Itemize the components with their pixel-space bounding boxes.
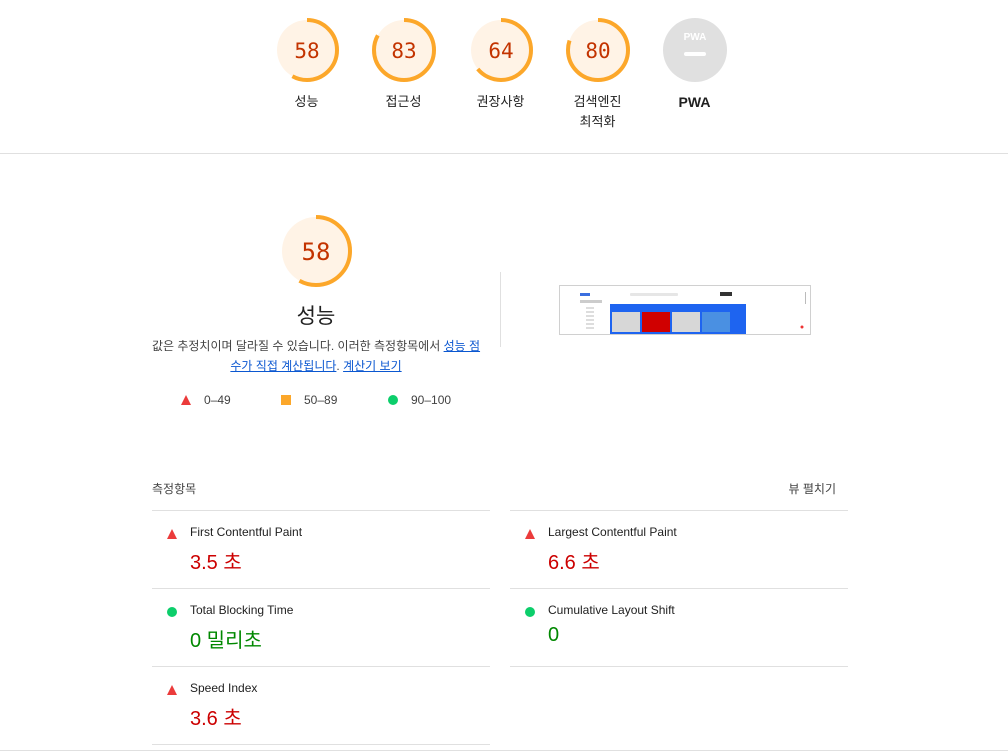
gauge-performance[interactable]: 58 성능 xyxy=(258,18,355,112)
final-screenshot-thumbnail[interactable] xyxy=(559,285,811,335)
metrics-header: 측정항목 뷰 펼치기 xyxy=(152,480,836,497)
pass-circle-icon xyxy=(167,607,177,617)
section-divider xyxy=(0,750,1008,751)
metric-largest-contentful-paint: Largest Contentful Paint 6.6 초 xyxy=(510,510,848,588)
calculator-link[interactable]: 계산기 보기 xyxy=(343,359,402,373)
metric-value: 3.5 초 xyxy=(190,552,242,574)
expand-view-toggle[interactable]: 뷰 펼치기 xyxy=(789,480,837,497)
metric-value: 3.6 초 xyxy=(190,708,242,730)
fail-triangle-icon xyxy=(167,529,177,539)
pass-circle-icon xyxy=(525,607,535,617)
legend-pass: 90–100 xyxy=(387,393,451,407)
gauge-label: 검색엔진 최적화 xyxy=(549,92,646,132)
gauge-label-line1: 검색엔진 xyxy=(573,94,622,109)
gauge-ring-seo: 80 xyxy=(565,18,630,82)
gauge-accessibility[interactable]: 83 접근성 xyxy=(355,18,452,112)
fail-triangle-icon xyxy=(525,529,535,539)
gauge-label: 접근성 xyxy=(385,94,422,109)
metrics-title: 측정항목 xyxy=(152,482,197,496)
triangle-icon xyxy=(181,395,191,405)
metric-speed-index: Speed Index 3.6 초 xyxy=(152,666,490,745)
legend-average: 50–89 xyxy=(280,393,337,407)
metric-name: Total Blocking Time xyxy=(190,603,294,617)
category-gauges-bar: 58 성능 83 접근성 64 권장사항 80 검색엔진 최적화 PWA PWA xyxy=(0,0,1008,154)
gauge-best-practices[interactable]: 64 권장사항 xyxy=(452,18,549,112)
pwa-badge-icon: PWA xyxy=(662,18,727,82)
legend-fail: 0–49 xyxy=(180,393,231,407)
gauge-label: PWA xyxy=(678,94,711,110)
square-icon xyxy=(281,395,291,405)
metric-value: 0 xyxy=(548,624,560,646)
legend-range: 50–89 xyxy=(304,393,338,407)
metric-first-contentful-paint: First Contentful Paint 3.5 초 xyxy=(152,510,490,588)
legend-range: 0–49 xyxy=(204,393,231,407)
metric-name: First Contentful Paint xyxy=(190,525,303,539)
gauge-label: 권장사항 xyxy=(476,94,525,109)
fail-triangle-icon xyxy=(167,685,177,695)
gauge-label: 성능 xyxy=(294,94,319,109)
metric-name: Speed Index xyxy=(190,681,258,695)
gauge-pwa[interactable]: PWA PWA xyxy=(646,18,743,112)
legend-range: 90–100 xyxy=(411,393,452,407)
circle-icon xyxy=(388,395,398,405)
gauge-score: 64 xyxy=(488,39,513,63)
gauge-score: 58 xyxy=(294,39,319,63)
vertical-divider xyxy=(500,272,501,347)
description-text: 값은 추정치이며 달라질 수 있습니다. 이러한 측정항목에서 xyxy=(151,339,444,353)
gauge-seo[interactable]: 80 검색엔진 최적화 xyxy=(549,18,646,132)
gauge-label-line2: 최적화 xyxy=(579,114,616,129)
gauge-ring-best-practices: 64 xyxy=(468,18,533,82)
metric-value: 0 밀리초 xyxy=(190,630,262,652)
metric-name: Largest Contentful Paint xyxy=(548,525,677,539)
performance-title: 성능 xyxy=(296,305,336,328)
page-preview-image xyxy=(560,286,810,334)
gauge-score: 83 xyxy=(391,39,416,63)
metric-cumulative-layout-shift: Cumulative Layout Shift 0 xyxy=(510,588,848,667)
performance-score: 58 xyxy=(302,238,331,266)
gauge-ring-accessibility: 83 xyxy=(371,18,436,82)
metric-total-blocking-time: Total Blocking Time 0 밀리초 xyxy=(152,588,490,666)
metric-name: Cumulative Layout Shift xyxy=(548,603,675,617)
svg-text:PWA: PWA xyxy=(683,32,706,43)
gauge-ring-performance: 58 xyxy=(274,18,339,82)
performance-gauge: 58 xyxy=(280,215,352,287)
performance-description: 값은 추정치이며 달라질 수 있습니다. 이러한 측정항목에서 성능 점수가 직… xyxy=(150,336,482,376)
gauge-score: 80 xyxy=(585,39,610,63)
metric-value: 6.6 초 xyxy=(548,552,600,574)
